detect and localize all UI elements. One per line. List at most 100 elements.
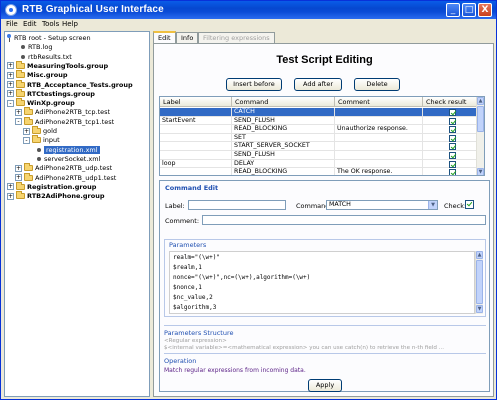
edit-tab-content: Test Script Editing Insert before Add af… — [153, 43, 494, 397]
cell-command: SEND_FLUSH — [232, 116, 335, 126]
check-result-checkbox[interactable] — [449, 109, 456, 116]
table-row[interactable]: loop DELAY — [160, 159, 478, 169]
insert-before-button[interactable]: Insert before — [226, 78, 282, 91]
tree-item[interactable]: rtbResults.txt — [15, 53, 72, 62]
expand-icon[interactable]: + — [23, 127, 30, 135]
operation-text: Match regular expressions from incoming … — [164, 367, 306, 374]
expand-icon[interactable]: + — [15, 174, 22, 181]
expand-icon[interactable]: + — [7, 81, 14, 88]
tab-info[interactable]: Info — [176, 32, 199, 43]
close-button[interactable]: X — [478, 3, 492, 17]
chevron-down-icon[interactable]: ▼ — [428, 201, 437, 209]
table-row[interactable]: CATCH — [160, 108, 478, 117]
check-result-checkbox[interactable] — [449, 117, 456, 125]
tab-edit[interactable]: Edit — [153, 31, 176, 43]
tree-item-label: gold — [43, 127, 58, 135]
folder-icon — [24, 107, 33, 116]
command-select[interactable]: MATCH ▼ — [326, 200, 438, 210]
tree-item[interactable]: - WinXp.group — [7, 98, 75, 108]
check-result-checkbox[interactable] — [449, 160, 456, 168]
table-row[interactable]: READ_BLOCKING The OK response. — [160, 168, 478, 175]
file-dot-icon — [37, 147, 41, 152]
tree-item[interactable]: + gold — [23, 126, 58, 136]
check-result-checkbox[interactable] — [449, 169, 456, 175]
tree-item[interactable]: + MeasuringTools.group — [7, 60, 108, 71]
cell-comment — [335, 142, 423, 151]
tree-item[interactable]: registration.xml — [31, 145, 100, 155]
check-result-checkbox[interactable] — [449, 152, 456, 159]
expand-icon[interactable]: + — [7, 192, 14, 200]
add-after-button[interactable]: Add after — [294, 78, 342, 91]
tree-item[interactable]: + RTB_Acceptance_Tests.group — [7, 79, 133, 90]
tree-item-label: AdiPhone2RTB_tcp1.test — [35, 117, 115, 126]
table-row[interactable]: SEND_FLUSH — [160, 151, 478, 160]
parameters-textarea[interactable]: realm="(\w+)" $realm,1 nonce="(\w+)",nc=… — [169, 251, 475, 314]
scroll-up-arrow-icon[interactable]: ▲ — [477, 97, 484, 105]
menu-tools[interactable]: Tools — [42, 20, 59, 28]
delete-button[interactable]: Delete — [354, 78, 400, 91]
menu-file[interactable]: File — [6, 20, 18, 28]
comment-input[interactable] — [202, 215, 486, 225]
table-row[interactable]: READ_BLOCKING Unauthorize response. — [160, 125, 478, 134]
check-result-checkbox[interactable] — [449, 143, 456, 151]
tree-item[interactable]: + RTB2AdiPhone.group — [7, 191, 105, 201]
tree-item[interactable]: - input — [23, 135, 60, 145]
scroll-thumb[interactable] — [477, 106, 484, 132]
scroll-thumb[interactable] — [476, 260, 483, 304]
parameters-section: Parameters realm="(\w+)" $realm,1 nonce=… — [164, 239, 486, 317]
table-row[interactable]: StartEvent SEND_FLUSH — [160, 116, 478, 126]
scroll-up-arrow-icon[interactable]: ▲ — [476, 251, 483, 259]
tree-item[interactable]: + AdiPhone2RTB_udp1.test — [15, 172, 116, 183]
scroll-down-arrow-icon[interactable]: ▼ — [476, 305, 483, 313]
file-dot-icon — [21, 54, 25, 59]
expand-icon[interactable]: + — [15, 108, 22, 116]
parameter-line: $algorithm,3 — [173, 304, 217, 311]
expand-icon[interactable]: + — [15, 164, 22, 172]
column-header-comment[interactable]: Comment — [335, 97, 423, 107]
cell-comment — [335, 116, 423, 126]
cell-label — [160, 108, 232, 117]
column-header-command[interactable]: Command — [232, 97, 335, 107]
table-row[interactable]: START_SERVER_SOCKET — [160, 142, 478, 151]
structure-line: $<internal variable>=<mathematical expre… — [164, 345, 445, 351]
command-table: Label Command Comment Check result CATCH… — [159, 96, 485, 176]
parameters-scrollbar[interactable]: ▲ ▼ — [475, 251, 483, 314]
cell-comment: Unauthorize response. — [335, 125, 423, 134]
cell-command: SEND_FLUSH — [232, 151, 335, 160]
expand-icon[interactable]: + — [7, 183, 14, 191]
table-scrollbar[interactable]: ▲ ▼ — [476, 97, 484, 175]
minimize-button[interactable]: _ — [446, 3, 460, 17]
app-icon — [5, 4, 17, 16]
tree-item[interactable]: RTB.log — [15, 43, 52, 52]
command-edit-panel: Command Edit Label: Command: MATCH ▼ Che… — [159, 180, 490, 392]
tree-item-label: RTCtestings.group — [27, 89, 95, 98]
check-checkbox[interactable] — [465, 200, 474, 209]
operation-title: Operation — [164, 357, 197, 365]
label-input[interactable] — [188, 200, 286, 210]
table-row[interactable]: SET — [160, 133, 478, 143]
window-title: RTB Graphical User Interface — [22, 4, 164, 15]
expand-icon[interactable]: + — [7, 62, 14, 70]
menu-edit[interactable]: Edit — [23, 20, 37, 28]
maximize-button[interactable]: □ — [462, 3, 476, 17]
tree-item-label: RTB.log — [28, 43, 53, 52]
folder-icon — [16, 79, 25, 88]
column-header-label[interactable]: Label — [160, 97, 232, 107]
check-result-checkbox[interactable] — [449, 126, 456, 134]
tree-item[interactable]: - AdiPhone2RTB_tcp1.test — [15, 116, 115, 127]
cell-command: START_SERVER_SOCKET — [232, 142, 335, 151]
command-edit-title: Command Edit — [165, 184, 219, 192]
apply-button[interactable]: Apply — [308, 379, 342, 392]
column-header-check-result[interactable]: Check result — [423, 97, 478, 107]
collapse-icon[interactable]: - — [15, 118, 22, 126]
collapse-icon[interactable]: - — [7, 99, 14, 107]
tree-item[interactable]: RTB root - Setup screen — [7, 34, 91, 43]
tree-item[interactable]: serverSocket.xml — [31, 155, 100, 164]
check-result-checkbox[interactable] — [449, 134, 456, 142]
expand-icon[interactable]: + — [7, 90, 14, 98]
scroll-down-arrow-icon[interactable]: ▼ — [477, 168, 484, 175]
title-bar[interactable]: RTB Graphical User Interface _ □ X — [1, 1, 496, 19]
menu-help[interactable]: Help — [62, 20, 78, 28]
expand-icon[interactable]: + — [7, 71, 14, 79]
collapse-icon[interactable]: - — [23, 136, 30, 144]
